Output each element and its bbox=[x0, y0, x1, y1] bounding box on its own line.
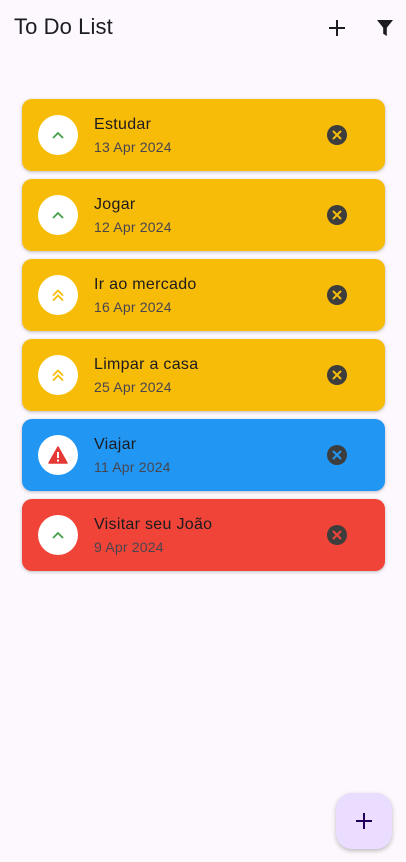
double-chevron-up-icon bbox=[52, 289, 64, 301]
add-task-fab[interactable] bbox=[336, 793, 392, 849]
task-list: Estudar 13 Apr 2024 Jogar 12 Apr 2024 Ir ao … bbox=[22, 99, 385, 579]
task-name: Ir ao mercado bbox=[94, 276, 197, 293]
remove-task-button[interactable] bbox=[324, 442, 350, 468]
task-card[interactable]: Viajar 11 Apr 2024 bbox=[22, 419, 385, 491]
plus-icon bbox=[329, 20, 345, 36]
plus-icon bbox=[356, 813, 372, 829]
task-name: Estudar bbox=[94, 116, 152, 133]
close-circle-icon bbox=[327, 525, 347, 545]
task-card[interactable]: Estudar 13 Apr 2024 bbox=[22, 99, 385, 171]
close-circle-icon bbox=[327, 365, 347, 385]
task-date: 12 Apr 2024 bbox=[94, 219, 172, 235]
close-circle-icon bbox=[327, 205, 347, 225]
task-name: Viajar bbox=[94, 436, 137, 453]
double-chevron-up-icon bbox=[52, 369, 64, 381]
chevron-up-icon bbox=[52, 532, 64, 539]
remove-task-button[interactable] bbox=[324, 282, 350, 308]
task-name: Limpar a casa bbox=[94, 356, 199, 373]
task-date: 16 Apr 2024 bbox=[94, 299, 172, 315]
task-name: Jogar bbox=[94, 196, 136, 213]
close-circle-icon bbox=[327, 445, 347, 465]
task-date: 9 Apr 2024 bbox=[94, 539, 164, 555]
task-card[interactable]: Ir ao mercado 16 Apr 2024 bbox=[22, 259, 385, 331]
close-circle-icon bbox=[327, 285, 347, 305]
task-card[interactable]: Limpar a casa 25 Apr 2024 bbox=[22, 339, 385, 411]
task-card[interactable]: Jogar 12 Apr 2024 bbox=[22, 179, 385, 251]
task-card[interactable]: Visitar seu João 9 Apr 2024 bbox=[22, 499, 385, 571]
priority-badge bbox=[38, 195, 78, 235]
remove-task-button[interactable] bbox=[324, 522, 350, 548]
chevron-up-icon bbox=[52, 212, 64, 219]
app-screen: To Do List Estudar 13 Apr 2024 Jogar 12 Apr… bbox=[0, 0, 406, 862]
filter-icon bbox=[377, 20, 393, 36]
remove-task-button[interactable] bbox=[324, 202, 350, 228]
filter-button[interactable] bbox=[369, 12, 401, 44]
priority-badge bbox=[38, 115, 78, 155]
priority-badge bbox=[38, 435, 78, 475]
task-date: 25 Apr 2024 bbox=[94, 379, 172, 395]
priority-badge bbox=[38, 515, 78, 555]
remove-task-button[interactable] bbox=[324, 122, 350, 148]
task-date: 13 Apr 2024 bbox=[94, 139, 172, 155]
app-bar: To Do List bbox=[0, 0, 406, 56]
remove-task-button[interactable] bbox=[324, 362, 350, 388]
add-task-button[interactable] bbox=[321, 12, 353, 44]
warning-icon bbox=[48, 446, 68, 464]
chevron-up-icon bbox=[52, 132, 64, 139]
priority-badge bbox=[38, 355, 78, 395]
priority-badge bbox=[38, 275, 78, 315]
close-circle-icon bbox=[327, 125, 347, 145]
page-title: To Do List bbox=[14, 14, 113, 39]
task-name: Visitar seu João bbox=[94, 516, 213, 533]
task-date: 11 Apr 2024 bbox=[94, 459, 171, 475]
